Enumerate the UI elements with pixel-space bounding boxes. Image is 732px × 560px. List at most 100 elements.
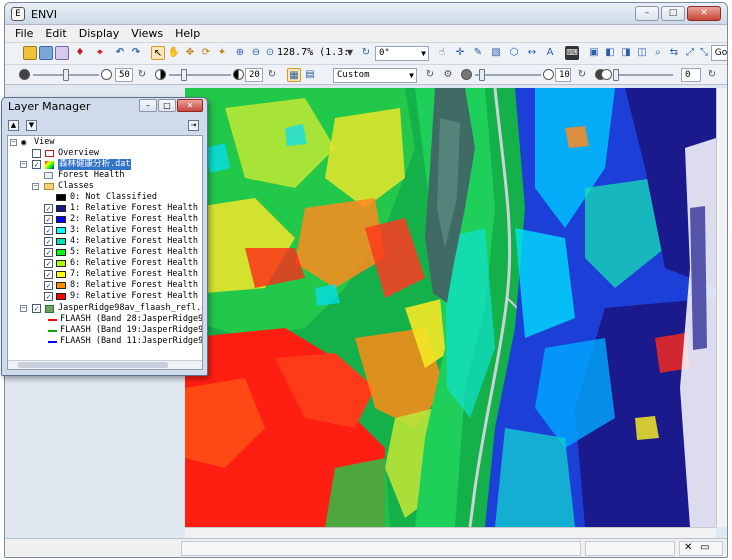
class-checkbox[interactable]: ✓ bbox=[44, 292, 53, 301]
collapse-all-icon[interactable]: ▲ bbox=[8, 120, 19, 131]
menu-file[interactable]: File bbox=[15, 25, 33, 42]
rotate-icon[interactable]: ⟳ bbox=[199, 46, 213, 60]
transparency-slider[interactable] bbox=[613, 74, 673, 76]
lm-maximize-button[interactable]: □ bbox=[158, 99, 176, 112]
crosshairs-icon[interactable]: ✛ bbox=[453, 46, 467, 60]
menu-edit[interactable]: Edit bbox=[45, 25, 66, 42]
collapse-icon[interactable]: − bbox=[32, 183, 39, 190]
reset-sharpen-icon[interactable]: ↻ bbox=[575, 68, 589, 82]
maximize-button[interactable]: □ bbox=[661, 6, 685, 21]
stretch-icon[interactable]: ⤢ bbox=[683, 46, 697, 60]
minimize-button[interactable]: – bbox=[635, 6, 659, 21]
class-checkbox[interactable]: ✓ bbox=[44, 204, 53, 213]
transparency-slider-thumb[interactable] bbox=[613, 69, 619, 81]
transparency-value[interactable]: 0 bbox=[681, 68, 701, 82]
chip-icon[interactable]: ⤡ bbox=[697, 46, 711, 60]
fly-icon[interactable]: ✦ bbox=[215, 46, 229, 60]
contrast-max-icon bbox=[233, 69, 244, 80]
lm-close-button[interactable]: ✕ bbox=[177, 99, 203, 112]
view-flicker-icon[interactable]: ◨ bbox=[619, 46, 633, 60]
menu-display[interactable]: Display bbox=[79, 25, 120, 42]
open-folder-icon[interactable] bbox=[23, 46, 37, 60]
class-checkbox[interactable]: ✓ bbox=[44, 259, 53, 268]
class-checkbox[interactable]: ✓ bbox=[44, 226, 53, 235]
menu-views[interactable]: Views bbox=[131, 25, 163, 42]
link-views-icon[interactable]: ⇆ bbox=[667, 46, 681, 60]
brightness-slider-thumb[interactable] bbox=[63, 69, 69, 81]
class-checkbox[interactable]: ✓ bbox=[44, 237, 53, 246]
layer-tree-scrollbar[interactable] bbox=[8, 360, 202, 369]
undo-icon[interactable]: ↶ bbox=[113, 46, 127, 60]
linear-stretch-icon[interactable]: ▦ bbox=[287, 68, 301, 82]
process-manager-icon[interactable]: ▭ bbox=[700, 542, 709, 553]
file2-checkbox[interactable]: ✓ bbox=[32, 304, 41, 313]
overview-checkbox[interactable] bbox=[32, 149, 41, 158]
rotation-select[interactable]: 0° ▼ bbox=[375, 46, 429, 61]
close-button[interactable]: ✕ bbox=[687, 6, 721, 21]
sharpen-slider-thumb[interactable] bbox=[479, 69, 485, 81]
class-checkbox[interactable]: ✓ bbox=[44, 281, 53, 290]
horizontal-scrollbar[interactable] bbox=[185, 527, 716, 538]
band-icon bbox=[44, 172, 53, 179]
menu-help[interactable]: Help bbox=[175, 25, 200, 42]
zoom-dropdown-icon[interactable]: ▼ bbox=[343, 46, 357, 60]
reset-brightness-icon[interactable]: ↻ bbox=[135, 68, 149, 82]
go-button[interactable]: Go bbox=[711, 45, 727, 61]
class-checkbox[interactable]: ✓ bbox=[44, 215, 53, 224]
search-icon[interactable]: ⌕ bbox=[651, 46, 665, 60]
red-band-icon bbox=[48, 319, 57, 321]
lm-minimize-button[interactable]: – bbox=[139, 99, 157, 112]
expand-all-icon[interactable]: ▼ bbox=[26, 120, 37, 131]
reset-transparency-icon[interactable]: ↻ bbox=[705, 68, 719, 82]
cursor-value-icon[interactable]: ☝ bbox=[435, 46, 449, 60]
view-swipe-icon[interactable]: ◫ bbox=[635, 46, 649, 60]
zoom-level-field[interactable]: 128.7% (1.3: bbox=[277, 47, 349, 58]
keyboard-icon[interactable]: ⌨ bbox=[565, 46, 579, 60]
zoom-out-icon[interactable]: ⊖ bbox=[249, 46, 263, 60]
rotate-view-icon[interactable]: ↻ bbox=[359, 46, 373, 60]
refresh-stretch-icon[interactable]: ↻ bbox=[423, 68, 437, 82]
data-manager-icon[interactable] bbox=[55, 46, 69, 60]
text-icon[interactable]: A bbox=[543, 46, 557, 60]
view-label: View bbox=[34, 137, 55, 147]
forest-health-label: Forest Health bbox=[58, 170, 125, 180]
contrast-slider[interactable] bbox=[169, 74, 231, 76]
pin-icon[interactable]: ♦ bbox=[73, 46, 87, 60]
roi-icon[interactable]: ⬡ bbox=[507, 46, 521, 60]
file1-checkbox[interactable]: ✓ bbox=[32, 160, 41, 169]
vertical-scrollbar[interactable] bbox=[716, 88, 727, 527]
class-checkbox[interactable]: ✓ bbox=[44, 248, 53, 257]
histogram-icon[interactable]: ▤ bbox=[303, 68, 317, 82]
measure-icon[interactable]: ↔ bbox=[525, 46, 539, 60]
select-arrow-icon[interactable]: ↖ bbox=[151, 46, 165, 60]
annotation-icon[interactable]: ✎ bbox=[471, 46, 485, 60]
zoom-in-icon[interactable]: ⊕ bbox=[233, 46, 247, 60]
app-title: ENVI bbox=[31, 8, 57, 21]
vector-icon[interactable]: ▧ bbox=[489, 46, 503, 60]
layer-tree-scroll-thumb[interactable] bbox=[18, 362, 168, 368]
class-checkbox[interactable]: ✓ bbox=[44, 270, 53, 279]
class-color-swatch bbox=[56, 227, 66, 234]
chevron-down-icon: ▼ bbox=[421, 49, 426, 58]
save-icon[interactable] bbox=[39, 46, 53, 60]
crosshair-icon[interactable]: ⌖ bbox=[93, 46, 107, 60]
pan-hand-icon[interactable]: ✋ bbox=[167, 46, 181, 60]
sharpen-value[interactable]: 10 bbox=[555, 68, 571, 82]
brightness-value[interactable]: 50 bbox=[115, 68, 133, 82]
image-view[interactable] bbox=[185, 88, 716, 527]
fixed-zoom-icon[interactable]: ⊙ bbox=[263, 46, 277, 60]
collapse-icon[interactable]: − bbox=[20, 305, 27, 312]
contrast-value[interactable]: 20 bbox=[245, 68, 263, 82]
collapse-icon[interactable]: − bbox=[20, 161, 27, 168]
stretch-options-icon[interactable]: ⚙ bbox=[441, 68, 455, 82]
portal-icon[interactable]: ▣ bbox=[587, 46, 601, 60]
dock-icon[interactable]: ⇥ bbox=[188, 120, 199, 131]
view-blend-icon[interactable]: ◧ bbox=[603, 46, 617, 60]
contrast-slider-thumb[interactable] bbox=[181, 69, 187, 81]
redo-icon[interactable]: ↷ bbox=[129, 46, 143, 60]
reset-contrast-icon[interactable]: ↻ bbox=[265, 68, 279, 82]
collapse-icon[interactable]: − bbox=[10, 139, 17, 146]
stretch-type-select[interactable]: Custom ▼ bbox=[333, 68, 417, 83]
cancel-process-icon[interactable]: ✕ bbox=[684, 542, 692, 553]
roam-icon[interactable]: ✥ bbox=[183, 46, 197, 60]
